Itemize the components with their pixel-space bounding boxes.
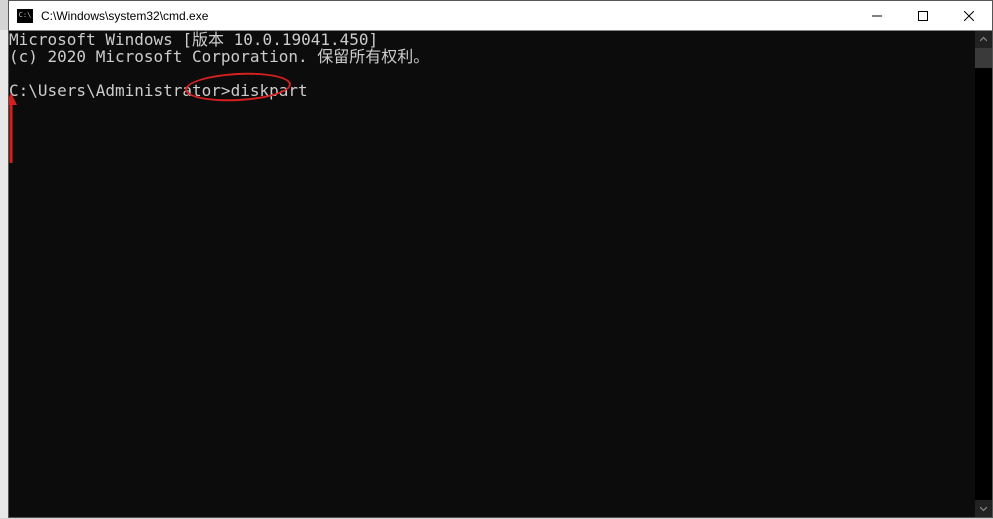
terminal-prompt-line: C:\Users\Administrator>diskpart <box>9 82 975 99</box>
terminal-prompt: C:\Users\Administrator> <box>9 81 231 100</box>
scroll-down-button[interactable] <box>975 500 992 517</box>
cmd-icon <box>17 9 33 23</box>
terminal-command: diskpart <box>231 81 308 100</box>
titlebar: C:\Windows\system32\cmd.exe <box>9 1 992 31</box>
maximize-icon <box>918 11 928 21</box>
minimize-icon <box>872 11 882 21</box>
window-title: C:\Windows\system32\cmd.exe <box>39 9 854 23</box>
scroll-up-button[interactable] <box>975 31 992 48</box>
minimize-button[interactable] <box>854 1 900 30</box>
close-button[interactable] <box>946 1 992 30</box>
terminal-content[interactable]: Microsoft Windows [版本 10.0.19041.450](c)… <box>9 31 975 517</box>
cmd-window: C:\Windows\system32\cmd.exe Microsoft Wi <box>8 0 993 518</box>
scroll-thumb[interactable] <box>975 48 992 68</box>
chevron-down-icon <box>980 505 987 512</box>
maximize-button[interactable] <box>900 1 946 30</box>
terminal-area: Microsoft Windows [版本 10.0.19041.450](c)… <box>9 31 992 517</box>
vertical-scrollbar[interactable] <box>975 31 992 517</box>
terminal-line-version: Microsoft Windows [版本 10.0.19041.450] <box>9 31 975 48</box>
close-icon <box>964 11 974 21</box>
background-left-edge <box>0 30 8 518</box>
chevron-up-icon <box>980 36 987 43</box>
terminal-line-copyright: (c) 2020 Microsoft Corporation. 保留所有权利。 <box>9 48 975 65</box>
window-controls <box>854 1 992 30</box>
terminal-line-blank <box>9 65 975 82</box>
